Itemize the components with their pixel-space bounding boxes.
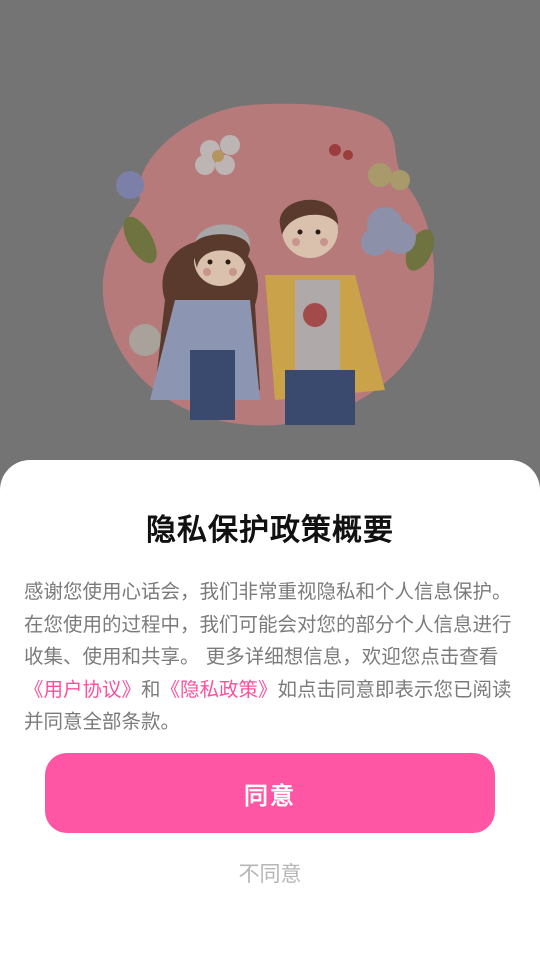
body-connector: 和 [141, 677, 161, 701]
disagree-button[interactable]: 不同意 [170, 855, 370, 891]
user-agreement-link[interactable]: 《用户协议》 [24, 678, 141, 701]
berry-icon [343, 150, 353, 160]
illustration-blob [102, 103, 434, 426]
agree-button[interactable]: 同意 [45, 753, 495, 833]
flower-icon [116, 171, 144, 199]
berry-icon [329, 144, 341, 156]
dialog-body: 感谢您使用心话会，我们非常重视隐私和个人信息保护。 在您使用的过程中，我们可能会… [24, 576, 518, 739]
flower-icon [129, 324, 161, 356]
couple-illustration [102, 103, 435, 426]
body-text-part1: 感谢您使用心话会，我们非常重视隐私和个人信息保护。 在您使用的过程中，我们可能会… [24, 580, 512, 668]
privacy-policy-link[interactable]: 《隐私政策》 [161, 678, 278, 701]
dialog-title: 隐私保护政策概要 [146, 513, 394, 548]
rose-print-icon [303, 303, 327, 327]
